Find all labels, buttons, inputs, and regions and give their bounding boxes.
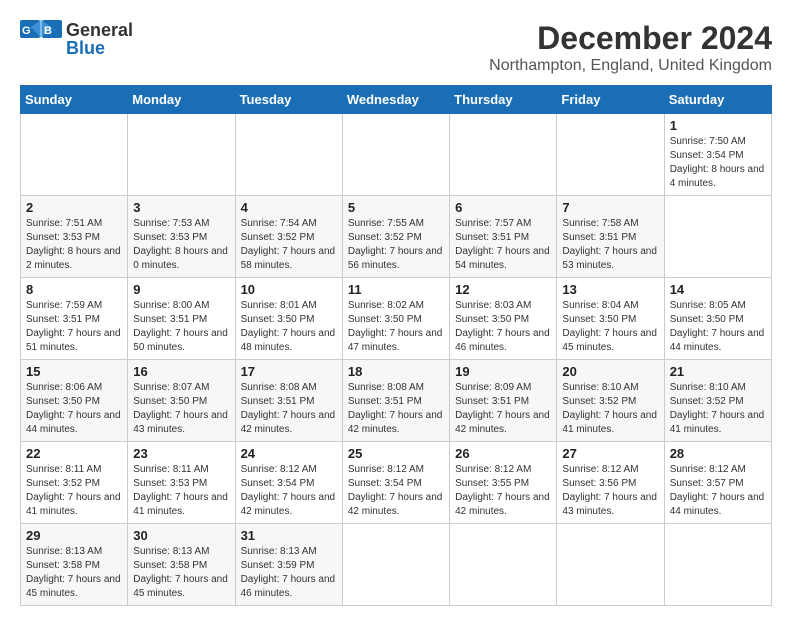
empty-cell	[128, 114, 235, 196]
calendar-day-28: 28Sunrise: 8:12 AMSunset: 3:57 PMDayligh…	[664, 442, 771, 524]
calendar-subtitle: Northampton, England, United Kingdom	[489, 57, 772, 75]
empty-cell	[342, 114, 449, 196]
logo: G B General Blue	[20, 20, 133, 58]
calendar-header-row: SundayMondayTuesdayWednesdayThursdayFrid…	[21, 86, 772, 114]
calendar-day-25: 25Sunrise: 8:12 AMSunset: 3:54 PMDayligh…	[342, 442, 449, 524]
empty-cell	[557, 524, 664, 606]
calendar-day-27: 27Sunrise: 8:12 AMSunset: 3:56 PMDayligh…	[557, 442, 664, 524]
title-block: December 2024 Northampton, England, Unit…	[489, 20, 772, 75]
calendar-title: December 2024	[489, 20, 772, 57]
logo-icon: G B	[20, 20, 62, 58]
day-header-sunday: Sunday	[21, 86, 128, 114]
calendar-week-2: 2Sunrise: 7:51 AMSunset: 3:53 PMDaylight…	[21, 196, 772, 278]
empty-cell	[235, 114, 342, 196]
logo-blue: Blue	[66, 39, 133, 57]
calendar-week-4: 15Sunrise: 8:06 AMSunset: 3:50 PMDayligh…	[21, 360, 772, 442]
svg-text:G: G	[22, 25, 31, 37]
calendar-day-24: 24Sunrise: 8:12 AMSunset: 3:54 PMDayligh…	[235, 442, 342, 524]
calendar-week-6: 29Sunrise: 8:13 AMSunset: 3:58 PMDayligh…	[21, 524, 772, 606]
calendar-day-31: 31Sunrise: 8:13 AMSunset: 3:59 PMDayligh…	[235, 524, 342, 606]
calendar-week-3: 8Sunrise: 7:59 AMSunset: 3:51 PMDaylight…	[21, 278, 772, 360]
calendar-day-3: 3Sunrise: 7:53 AMSunset: 3:53 PMDaylight…	[128, 196, 235, 278]
day-header-friday: Friday	[557, 86, 664, 114]
day-header-saturday: Saturday	[664, 86, 771, 114]
day-header-wednesday: Wednesday	[342, 86, 449, 114]
calendar-day-23: 23Sunrise: 8:11 AMSunset: 3:53 PMDayligh…	[128, 442, 235, 524]
calendar-day-11: 11Sunrise: 8:02 AMSunset: 3:50 PMDayligh…	[342, 278, 449, 360]
calendar-day-22: 22Sunrise: 8:11 AMSunset: 3:52 PMDayligh…	[21, 442, 128, 524]
calendar-day-13: 13Sunrise: 8:04 AMSunset: 3:50 PMDayligh…	[557, 278, 664, 360]
calendar-day-14: 14Sunrise: 8:05 AMSunset: 3:50 PMDayligh…	[664, 278, 771, 360]
calendar-day-26: 26Sunrise: 8:12 AMSunset: 3:55 PMDayligh…	[450, 442, 557, 524]
calendar-day-2: 2Sunrise: 7:51 AMSunset: 3:53 PMDaylight…	[21, 196, 128, 278]
day-header-thursday: Thursday	[450, 86, 557, 114]
calendar-day-9: 9Sunrise: 8:00 AMSunset: 3:51 PMDaylight…	[128, 278, 235, 360]
empty-cell	[450, 114, 557, 196]
calendar-day-18: 18Sunrise: 8:08 AMSunset: 3:51 PMDayligh…	[342, 360, 449, 442]
calendar-table: SundayMondayTuesdayWednesdayThursdayFrid…	[20, 85, 772, 606]
calendar-day-6: 6Sunrise: 7:57 AMSunset: 3:51 PMDaylight…	[450, 196, 557, 278]
calendar-day-8: 8Sunrise: 7:59 AMSunset: 3:51 PMDaylight…	[21, 278, 128, 360]
calendar-week-5: 22Sunrise: 8:11 AMSunset: 3:52 PMDayligh…	[21, 442, 772, 524]
svg-text:B: B	[44, 25, 52, 37]
empty-cell	[557, 114, 664, 196]
calendar-day-30: 30Sunrise: 8:13 AMSunset: 3:58 PMDayligh…	[128, 524, 235, 606]
calendar-day-5: 5Sunrise: 7:55 AMSunset: 3:52 PMDaylight…	[342, 196, 449, 278]
day-header-monday: Monday	[128, 86, 235, 114]
empty-cell	[21, 114, 128, 196]
calendar-week-1: 1Sunrise: 7:50 AMSunset: 3:54 PMDaylight…	[21, 114, 772, 196]
empty-cell	[342, 524, 449, 606]
day-header-tuesday: Tuesday	[235, 86, 342, 114]
calendar-day-29: 29Sunrise: 8:13 AMSunset: 3:58 PMDayligh…	[21, 524, 128, 606]
calendar-day-15: 15Sunrise: 8:06 AMSunset: 3:50 PMDayligh…	[21, 360, 128, 442]
calendar-day-12: 12Sunrise: 8:03 AMSunset: 3:50 PMDayligh…	[450, 278, 557, 360]
calendar-day-21: 21Sunrise: 8:10 AMSunset: 3:52 PMDayligh…	[664, 360, 771, 442]
empty-cell	[664, 524, 771, 606]
calendar-day-1: 1Sunrise: 7:50 AMSunset: 3:54 PMDaylight…	[664, 114, 771, 196]
calendar-day-10: 10Sunrise: 8:01 AMSunset: 3:50 PMDayligh…	[235, 278, 342, 360]
empty-cell	[664, 196, 771, 278]
calendar-day-16: 16Sunrise: 8:07 AMSunset: 3:50 PMDayligh…	[128, 360, 235, 442]
calendar-day-7: 7Sunrise: 7:58 AMSunset: 3:51 PMDaylight…	[557, 196, 664, 278]
page-header: G B General Blue December 2024 Northampt…	[20, 20, 772, 75]
calendar-day-20: 20Sunrise: 8:10 AMSunset: 3:52 PMDayligh…	[557, 360, 664, 442]
empty-cell	[450, 524, 557, 606]
calendar-day-17: 17Sunrise: 8:08 AMSunset: 3:51 PMDayligh…	[235, 360, 342, 442]
calendar-day-19: 19Sunrise: 8:09 AMSunset: 3:51 PMDayligh…	[450, 360, 557, 442]
logo-general: General	[66, 21, 133, 39]
calendar-day-4: 4Sunrise: 7:54 AMSunset: 3:52 PMDaylight…	[235, 196, 342, 278]
